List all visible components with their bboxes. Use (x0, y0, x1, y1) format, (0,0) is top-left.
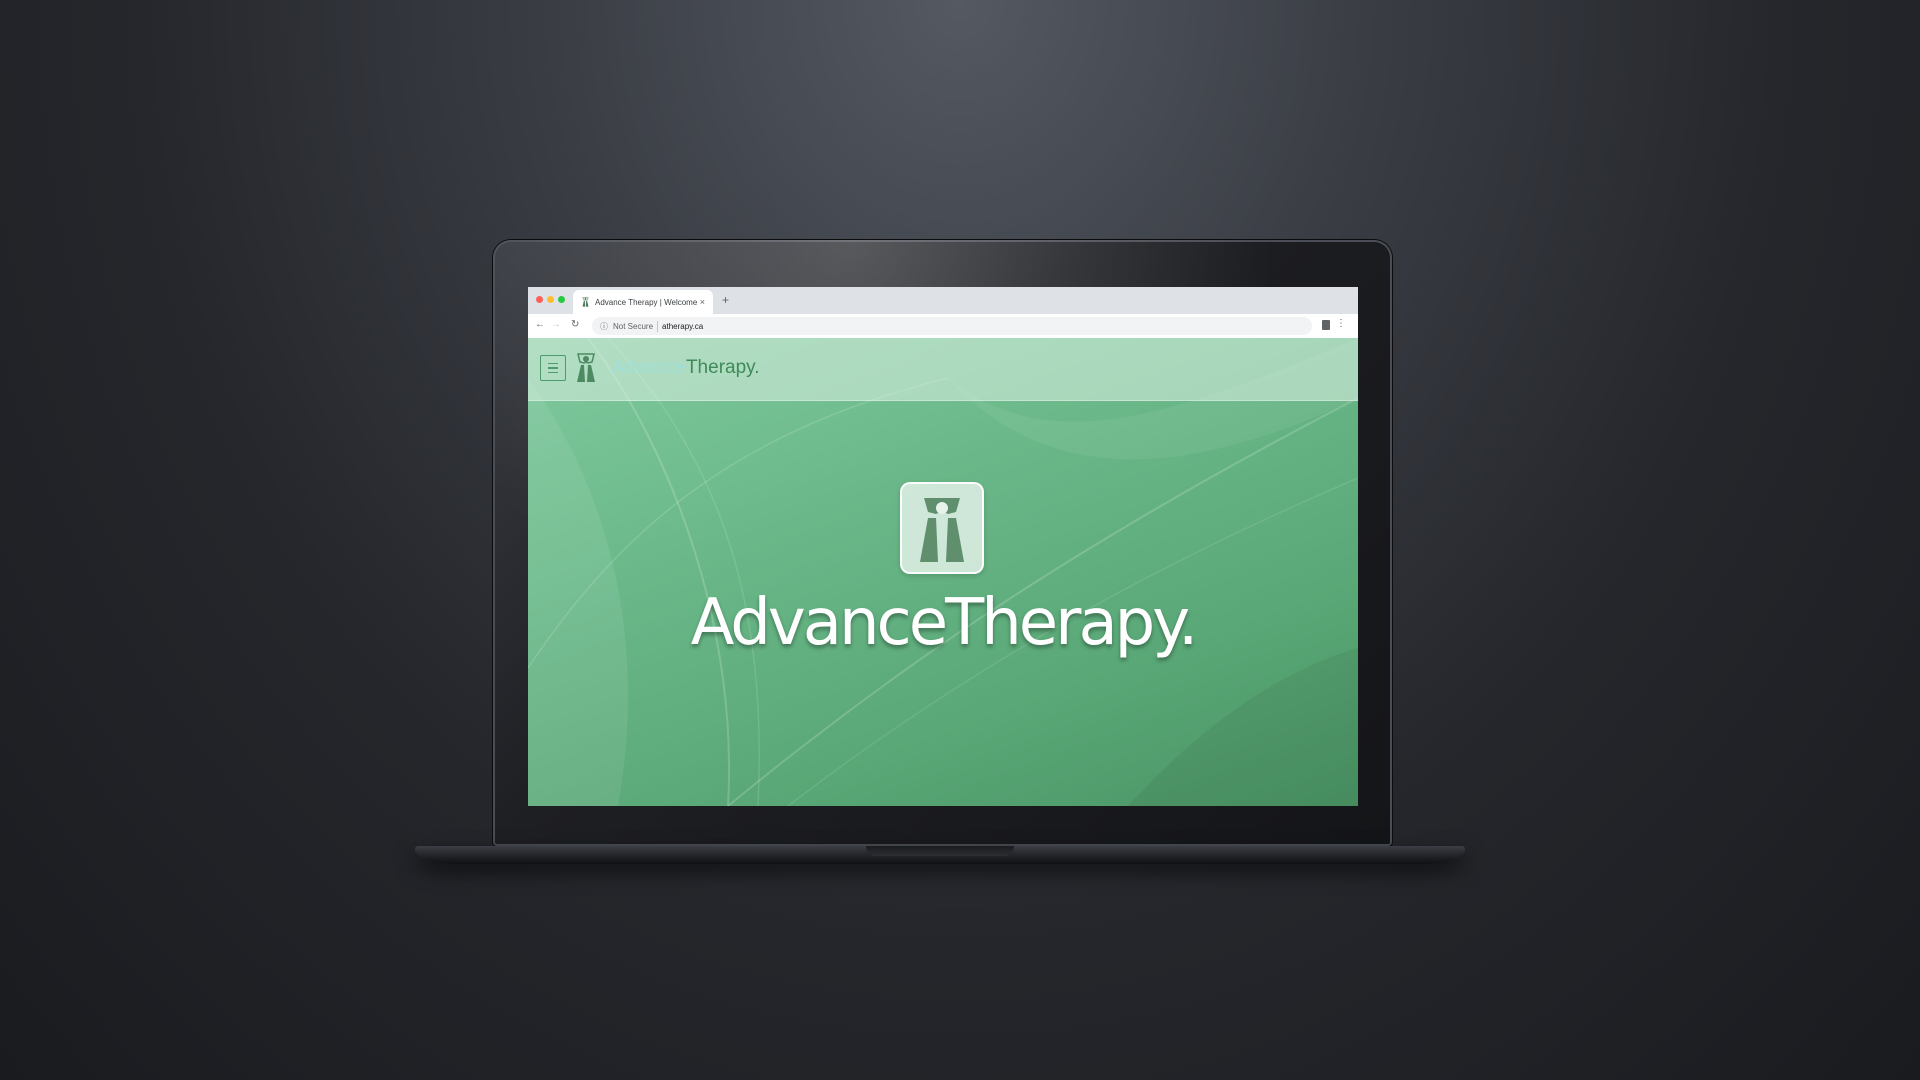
reload-button[interactable]: ↻ (571, 319, 579, 330)
laptop-notch (866, 846, 1014, 856)
tab-close-icon[interactable]: × (700, 297, 705, 307)
window-close-button[interactable] (536, 296, 543, 303)
tab-title: Advance Therapy | Welcome (595, 297, 698, 307)
info-icon[interactable]: ⓘ (600, 321, 608, 332)
forward-button[interactable]: → (551, 319, 561, 330)
brand-part-therapy: Therapy. (685, 357, 760, 378)
omnibox-divider (657, 320, 659, 332)
url-text[interactable]: atherapy.ca (662, 322, 703, 331)
security-label: Not Secure (613, 321, 654, 331)
browser-tab[interactable]: Advance Therapy | Welcome × (573, 290, 713, 314)
therapy-logo-icon[interactable] (575, 353, 597, 383)
hero-figure-icon (920, 498, 964, 562)
browser-toolbar: ← → ↻ ⓘ Not Secure atherapy.ca ⋮ (528, 314, 1358, 339)
tab-favicon-icon (582, 297, 589, 307)
site-header: AdvanceTherapy. (528, 338, 1358, 401)
window-zoom-button[interactable] (558, 296, 565, 303)
laptop-screen: Advance Therapy | Welcome × + ← → ↻ ⓘ No… (528, 287, 1358, 806)
hero-title: AdvanceTherapy. (690, 586, 1199, 660)
hero-logo-icon (900, 482, 984, 574)
back-button[interactable]: ← (535, 319, 545, 330)
brand-part-advance: Advance (612, 357, 686, 378)
hamburger-menu-icon[interactable] (540, 355, 566, 381)
address-bar[interactable]: ⓘ Not Secure atherapy.ca (592, 317, 1312, 335)
window-minimize-button[interactable] (547, 296, 554, 303)
web-page: AdvanceTherapy. AdvanceTherapy. (528, 338, 1358, 806)
kebab-menu-icon[interactable]: ⋮ (1336, 318, 1346, 329)
extension-icon[interactable] (1322, 320, 1330, 330)
new-tab-button[interactable]: + (722, 293, 729, 307)
site-brand[interactable]: AdvanceTherapy. (612, 357, 760, 379)
browser-tab-bar: Advance Therapy | Welcome × + (528, 287, 1358, 314)
